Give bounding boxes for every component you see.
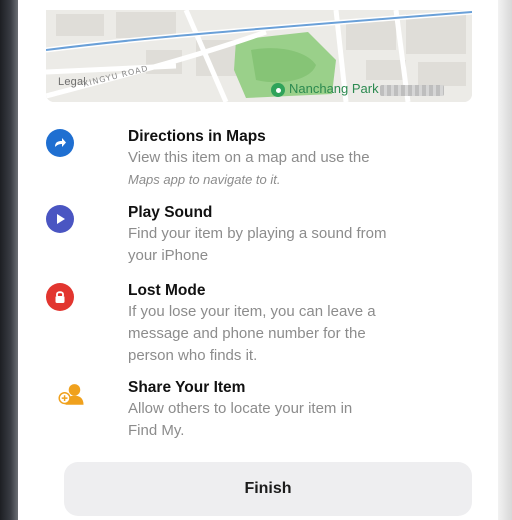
lock-icon (46, 283, 74, 311)
option-share-your-item[interactable]: Share Your Item Allow others to locate y… (46, 378, 476, 440)
share-person-icon (58, 380, 86, 408)
option-directions-in-maps[interactable]: Directions in Maps View this item on a m… (46, 127, 476, 187)
option-lost-mode[interactable]: Lost Mode If you lose your item, you can… (46, 281, 476, 365)
map-park-label: Nanchang Park (289, 81, 379, 96)
option-title: Directions in Maps (128, 128, 266, 145)
option-description: View this item on a map and use the (128, 149, 370, 166)
option-play-sound[interactable]: Play Sound Find your item by playing a s… (46, 203, 476, 265)
background-edge-right (498, 0, 512, 520)
option-description: Find your item by playing a sound from (128, 225, 387, 242)
option-title: Play Sound (128, 204, 213, 221)
play-icon (46, 205, 74, 233)
option-description: your iPhone (128, 247, 209, 264)
option-title: Lost Mode (128, 282, 206, 299)
option-description: person who finds it. (128, 347, 258, 364)
map-preview[interactable]: Legal XINGYU ROAD Nanchang Park (46, 10, 472, 102)
option-title: Share Your Item (128, 379, 246, 396)
option-description: Allow others to locate your item in (128, 400, 353, 417)
park-pin-icon (271, 83, 285, 97)
finish-button[interactable]: Finish (64, 462, 472, 516)
map-obscured-label (380, 85, 444, 96)
option-description: Find My. (128, 422, 185, 439)
background-edge (0, 0, 18, 520)
option-description: Maps app to navigate to it. (128, 172, 281, 187)
option-description: message and phone number for the (128, 325, 366, 342)
option-description: If you lose your item, you can leave a (128, 303, 376, 320)
directions-arrow-icon (46, 129, 74, 157)
